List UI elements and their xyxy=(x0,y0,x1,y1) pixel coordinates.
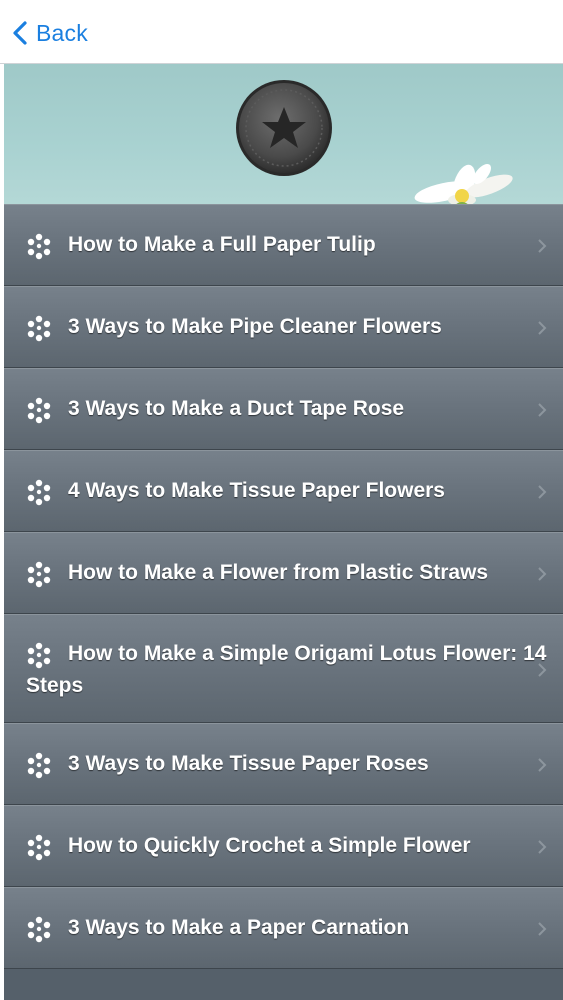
list-item[interactable]: How to Make a Simple Origami Lotus Flowe… xyxy=(4,614,563,723)
chevron-right-icon xyxy=(538,403,547,417)
chevron-right-icon xyxy=(538,922,547,936)
navigation-bar: Back xyxy=(0,0,563,64)
list-item-title: How to Make a Simple Origami Lotus Flowe… xyxy=(26,642,547,697)
list-item-title: How to Make a Full Paper Tulip xyxy=(68,233,376,256)
list-item-title: 3 Ways to Make a Paper Carnation xyxy=(68,916,410,939)
chevron-right-icon xyxy=(538,758,547,772)
list-item[interactable]: 3 Ways to Make a Paper Carnation xyxy=(4,887,563,969)
list-item[interactable]: How to Make a Flower from Plastic Straws xyxy=(4,532,563,614)
chevron-right-icon xyxy=(538,239,547,253)
list-item-title: 4 Ways to Make Tissue Paper Flowers xyxy=(68,479,445,502)
header-banner xyxy=(4,64,563,204)
chevron-right-icon xyxy=(538,567,547,581)
list-item-title: How to Make a Flower from Plastic Straws xyxy=(68,561,489,584)
list-item[interactable]: 4 Ways to Make Tissue Paper Flowers xyxy=(4,450,563,532)
chevron-right-icon xyxy=(538,485,547,499)
back-button[interactable]: Back xyxy=(10,18,88,48)
list-item-title: 3 Ways to Make a Duct Tape Rose xyxy=(68,397,405,420)
chevron-right-icon xyxy=(538,840,547,854)
back-label: Back xyxy=(36,19,88,46)
chevron-right-icon xyxy=(538,662,547,677)
list-item-title: How to Quickly Crochet a Simple Flower xyxy=(68,834,471,857)
list-item[interactable]: How to Quickly Crochet a Simple Flower xyxy=(4,805,563,887)
star-icon xyxy=(236,80,332,176)
list-item-title: 3 Ways to Make Pipe Cleaner Flowers xyxy=(68,315,442,338)
list-item[interactable]: 3 Ways to Make Tissue Paper Roses xyxy=(4,723,563,805)
flower-decoration xyxy=(414,164,513,204)
list-item[interactable]: How to Make a Full Paper Tulip xyxy=(4,204,563,286)
chevron-right-icon xyxy=(538,321,547,335)
chevron-left-icon xyxy=(13,21,27,45)
list-item[interactable]: 3 Ways to Make a Duct Tape Rose xyxy=(4,368,563,450)
article-list: How to Make a Full Paper Tulip 3 Ways to … xyxy=(4,204,563,1000)
list-item[interactable]: 3 Ways to Make Pipe Cleaner Flowers xyxy=(4,286,563,368)
list-item-title: 3 Ways to Make Tissue Paper Roses xyxy=(68,752,429,775)
